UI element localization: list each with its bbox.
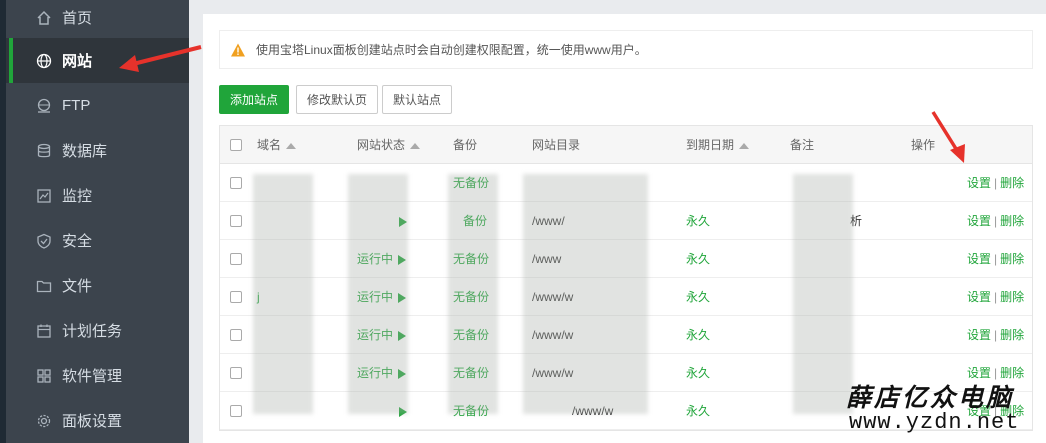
sidebar-item-cron[interactable]: 计划任务 bbox=[6, 308, 189, 353]
home-icon bbox=[36, 10, 52, 26]
row-actions: 设置 | 删除 bbox=[967, 252, 1025, 266]
sidebar-item-settings[interactable]: 面板设置 bbox=[6, 398, 189, 443]
warning-icon bbox=[231, 43, 245, 56]
sidebar-item-label: 网站 bbox=[62, 53, 93, 70]
row-actions: 设置 | 删除 bbox=[967, 214, 1025, 228]
sidebar-item-label: 安全 bbox=[62, 233, 93, 250]
privacy-blur bbox=[253, 174, 313, 414]
delete-link[interactable]: 删除 bbox=[1000, 214, 1024, 228]
ftp-icon bbox=[36, 98, 52, 114]
row-actions: 设置 | 删除 bbox=[967, 290, 1025, 304]
row-expire[interactable]: 永久 bbox=[686, 316, 710, 354]
notice-text: 使用宝塔Linux面板创建站点时会自动创建权限配置，统一使用www用户。 bbox=[256, 43, 647, 57]
gear-icon bbox=[36, 413, 52, 429]
row-checkbox[interactable] bbox=[230, 291, 242, 303]
sidebar-item-ftp[interactable]: FTP bbox=[6, 83, 189, 128]
sidebar-item-security[interactable]: 安全 bbox=[6, 218, 189, 263]
header-domain[interactable]: 域名 bbox=[257, 126, 297, 164]
row-actions: 设置 | 删除 bbox=[967, 328, 1025, 342]
sort-icon bbox=[739, 142, 750, 149]
row-expire[interactable]: 永久 bbox=[686, 278, 710, 316]
row-checkbox[interactable] bbox=[230, 253, 242, 265]
calendar-icon bbox=[36, 323, 52, 339]
settings-link[interactable]: 设置 bbox=[967, 252, 991, 266]
row-expire[interactable]: 永久 bbox=[686, 392, 710, 430]
header-backup: 备份 bbox=[453, 138, 478, 152]
header-expire[interactable]: 到期日期 bbox=[686, 126, 750, 164]
watermark-url: www.yzdn.net bbox=[849, 410, 1020, 435]
row-expire[interactable]: 永久 bbox=[686, 354, 710, 392]
row-checkbox[interactable] bbox=[230, 405, 242, 417]
delete-link[interactable]: 删除 bbox=[1000, 252, 1024, 266]
sidebar-item-software[interactable]: 软件管理 bbox=[6, 353, 189, 398]
sidebar-item-label: 监控 bbox=[62, 188, 93, 205]
settings-link[interactable]: 设置 bbox=[967, 214, 991, 228]
row-expire[interactable]: 永久 bbox=[686, 240, 710, 278]
sidebar-item-label: FTP bbox=[62, 97, 91, 114]
sidebar-item-label: 面板设置 bbox=[62, 413, 123, 430]
sidebar-item-label: 计划任务 bbox=[62, 323, 123, 340]
select-all-checkbox[interactable] bbox=[230, 139, 242, 151]
database-icon bbox=[36, 143, 52, 159]
privacy-blur bbox=[523, 174, 648, 414]
sidebar-item-label: 首页 bbox=[62, 10, 93, 27]
header-status[interactable]: 网站状态 bbox=[357, 126, 421, 164]
header-directory: 网站目录 bbox=[532, 138, 581, 152]
delete-link[interactable]: 删除 bbox=[1000, 176, 1024, 190]
annotation-arrow-down bbox=[931, 111, 965, 163]
notice-banner: 使用宝塔Linux面板创建站点时会自动创建权限配置，统一使用www用户。 bbox=[219, 30, 1033, 69]
row-actions: 设置 | 删除 bbox=[967, 176, 1025, 190]
sidebar-item-label: 文件 bbox=[62, 278, 93, 295]
row-checkbox[interactable] bbox=[230, 329, 242, 341]
sort-icon bbox=[286, 142, 297, 149]
annotation-arrow-left bbox=[119, 45, 202, 72]
delete-link[interactable]: 删除 bbox=[1000, 328, 1024, 342]
sidebar-item-label: 数据库 bbox=[62, 143, 108, 160]
default-site-button[interactable]: 默认站点 bbox=[382, 85, 452, 114]
settings-link[interactable]: 设置 bbox=[967, 290, 991, 304]
sidebar-item-monitor[interactable]: 监控 bbox=[6, 173, 189, 218]
folder-icon bbox=[36, 278, 52, 294]
sort-icon bbox=[410, 142, 421, 149]
watermark-title: 薛店亿众电脑 bbox=[846, 383, 1015, 412]
shield-icon bbox=[36, 233, 52, 249]
sidebar-item-label: 软件管理 bbox=[62, 368, 123, 385]
sidebar-item-home[interactable]: 首页 bbox=[6, 0, 189, 40]
add-site-button[interactable]: 添加站点 bbox=[219, 85, 289, 114]
row-checkbox[interactable] bbox=[230, 215, 242, 227]
row-checkbox[interactable] bbox=[230, 367, 242, 379]
grid-icon bbox=[36, 368, 52, 384]
delete-link[interactable]: 删除 bbox=[1000, 290, 1024, 304]
edit-default-page-button[interactable]: 修改默认页 bbox=[296, 85, 378, 114]
privacy-blur bbox=[348, 174, 408, 414]
sidebar-item-database[interactable]: 数据库 bbox=[6, 128, 189, 173]
settings-link[interactable]: 设置 bbox=[967, 176, 991, 190]
settings-link[interactable]: 设置 bbox=[967, 328, 991, 342]
monitor-icon bbox=[36, 188, 52, 204]
row-checkbox[interactable] bbox=[230, 177, 242, 189]
table-header: 域名 网站状态 备份 网站目录 到期日期 备注 操作 bbox=[220, 126, 1032, 164]
header-remark: 备注 bbox=[790, 138, 815, 152]
privacy-blur bbox=[793, 174, 853, 414]
sidebar-item-files[interactable]: 文件 bbox=[6, 263, 189, 308]
globe-icon bbox=[36, 53, 52, 69]
privacy-blur bbox=[448, 174, 498, 414]
row-expire[interactable]: 永久 bbox=[686, 202, 710, 240]
